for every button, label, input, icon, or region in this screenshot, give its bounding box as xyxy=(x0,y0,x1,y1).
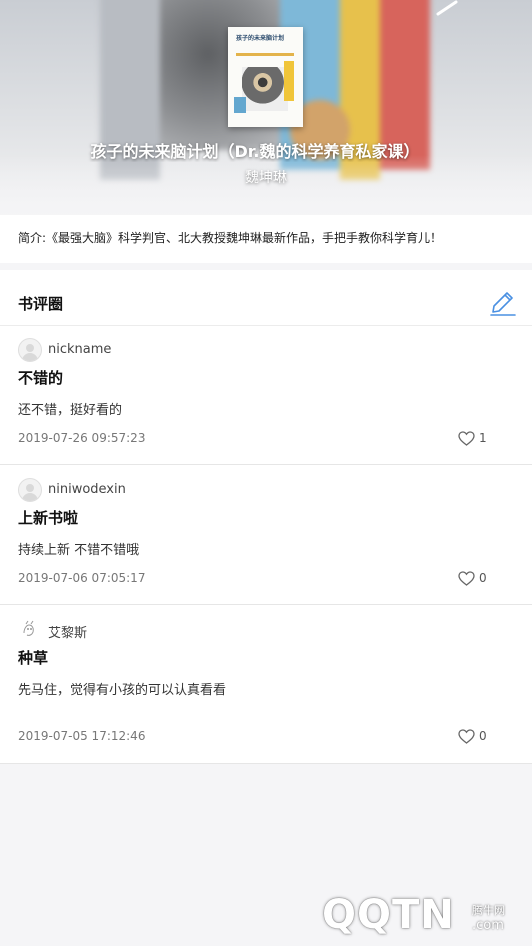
review-section: 书评圈 nickname 不错的 还不错，挺好看的 2019-07-26 09:… xyxy=(0,270,532,764)
user-avatar-icon[interactable] xyxy=(18,618,40,640)
book-intro: 简介:《最强大脑》科学判官、北大教授魏坤琳最新作品，手把手教你科学育儿！ xyxy=(0,215,532,263)
book-cover[interactable]: 孩子的未来脑计划 xyxy=(228,27,303,127)
review-username[interactable]: 艾黎斯 xyxy=(48,622,87,641)
heart-icon xyxy=(458,728,475,744)
review-date: 2019-07-05 17:12:46 xyxy=(18,729,146,743)
watermark-domain: .com xyxy=(472,918,504,933)
review-title: 上新书啦 xyxy=(18,509,79,527)
share-icon[interactable] xyxy=(436,0,458,16)
book-title: 孩子的未来脑计划（Dr.魏的科学养育私家课） xyxy=(90,142,420,161)
watermark-logo-text: QQTN xyxy=(322,892,455,938)
like-button[interactable]: 1 xyxy=(458,430,487,446)
cover-illustration xyxy=(242,67,288,111)
review-item[interactable]: 艾黎斯 种草 先马住，觉得有小孩的可以认真看看 2019-07-05 17:12… xyxy=(0,605,532,764)
section-title: 书评圈 xyxy=(18,295,64,313)
review-section-header: 书评圈 xyxy=(0,270,532,326)
like-count: 0 xyxy=(479,571,487,585)
review-title: 种草 xyxy=(18,649,49,667)
user-avatar-icon[interactable] xyxy=(18,478,42,502)
cover-title: 孩子的未来脑计划 xyxy=(236,35,285,42)
review-username[interactable]: niniwodexin xyxy=(48,482,126,497)
review-body: 还不错，挺好看的 xyxy=(18,403,123,418)
watermark-logo: QQTN 腾牛网 .com xyxy=(322,888,532,946)
review-item[interactable]: nickname 不错的 还不错，挺好看的 2019-07-26 09:57:2… xyxy=(0,325,532,465)
review-body: 持续上新 不错不错哦 xyxy=(18,543,140,558)
heart-icon xyxy=(458,430,475,446)
book-author: 魏坤琳 xyxy=(245,170,287,186)
review-date: 2019-07-26 09:57:23 xyxy=(18,431,146,445)
like-count: 0 xyxy=(479,729,487,743)
like-count: 1 xyxy=(479,431,487,445)
review-date: 2019-07-06 07:05:17 xyxy=(18,571,146,585)
review-item[interactable]: niniwodexin 上新书啦 持续上新 不错不错哦 2019-07-06 0… xyxy=(0,465,532,605)
pencil-edit-icon[interactable] xyxy=(490,290,516,316)
watermark-cn: 腾牛网 xyxy=(472,904,505,917)
heart-icon xyxy=(458,570,475,586)
intro-text: 简介:《最强大脑》科学判官、北大教授魏坤琳最新作品，手把手教你科学育儿！ xyxy=(18,231,443,245)
review-title: 不错的 xyxy=(18,369,64,387)
review-body: 先马住，觉得有小孩的可以认真看看 xyxy=(18,683,227,698)
review-username[interactable]: nickname xyxy=(48,342,111,357)
like-button[interactable]: 0 xyxy=(458,570,487,586)
like-button[interactable]: 0 xyxy=(458,728,487,744)
book-header: 孩子的未来脑计划 孩子的未来脑计划（Dr.魏的科学养育私家课） 魏坤琳 xyxy=(0,0,532,215)
user-avatar-icon[interactable] xyxy=(18,338,42,362)
